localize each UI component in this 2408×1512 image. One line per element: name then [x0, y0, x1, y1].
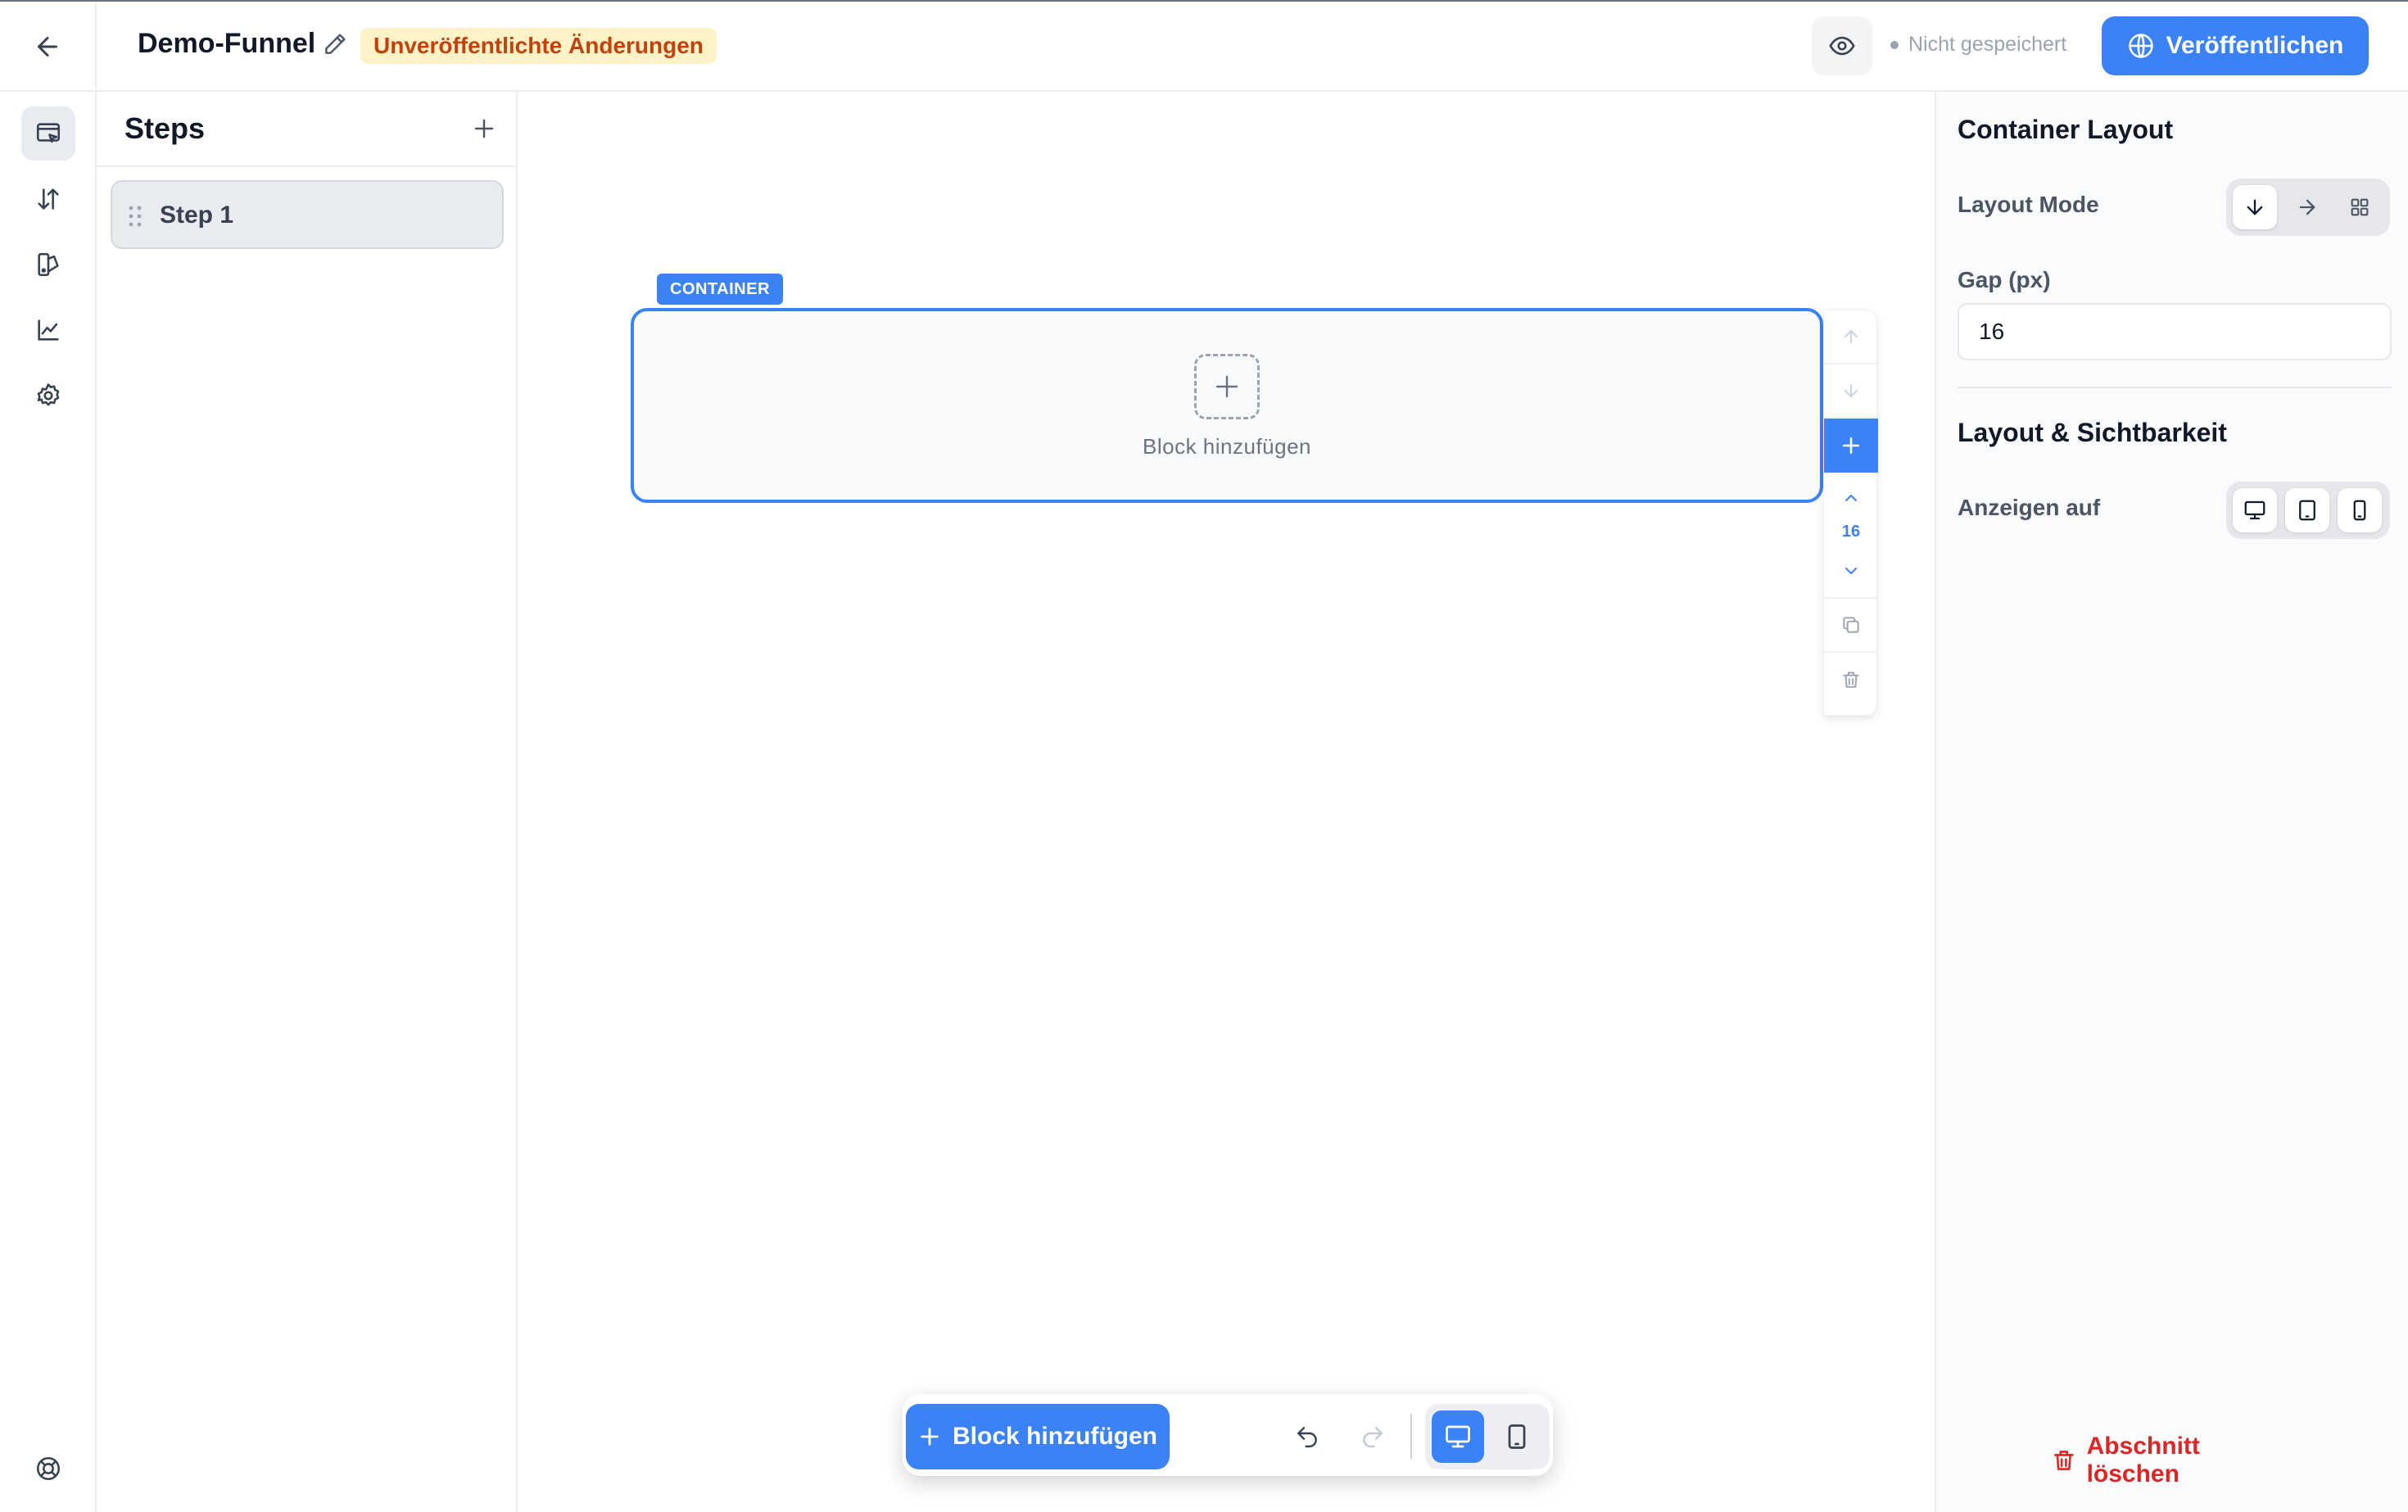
- save-status: Nicht gespeichert: [1890, 33, 2066, 57]
- mobile-view-button[interactable]: [1491, 1410, 1543, 1463]
- copy-icon: [1843, 617, 1859, 633]
- eye-icon: [1829, 36, 1855, 56]
- editor-icon: [36, 123, 61, 143]
- bottom-toolbar: Block hinzufügen: [903, 1394, 1553, 1476]
- layout-mode-vertical[interactable]: [2233, 185, 2277, 229]
- undo-button[interactable]: [1284, 1414, 1330, 1460]
- mobile-icon: [2353, 500, 2366, 521]
- trash-icon: [1843, 672, 1859, 688]
- duplicate-button[interactable]: [1824, 599, 1878, 653]
- container-block[interactable]: Block hinzufügen: [631, 308, 1823, 503]
- publish-button[interactable]: Veröffentlichen: [2102, 16, 2369, 75]
- unpublished-changes-badge: Unveröffentlichte Änderungen: [360, 28, 717, 64]
- help-lifebuoy-icon: [36, 1456, 61, 1481]
- steps-header: Steps: [97, 92, 516, 167]
- chevron-up-icon: [1845, 495, 1857, 501]
- tablet-icon: [2299, 500, 2315, 521]
- device-toggle: [1425, 1404, 1550, 1469]
- drag-handle-icon[interactable]: [127, 205, 143, 228]
- desktop-icon: [2244, 500, 2265, 520]
- add-block-placeholder[interactable]: [1194, 354, 1260, 419]
- properties-panel: Container Layout Layout Mode Gap (px) La…: [1935, 92, 2408, 1512]
- gap-increase-button[interactable]: [1824, 478, 1878, 518]
- delete-section-label: Abschnitt löschen: [2086, 1433, 2200, 1487]
- delete-button[interactable]: [1824, 653, 1878, 707]
- plus-icon: [474, 119, 494, 138]
- layout-mode-horizontal[interactable]: [2285, 185, 2329, 229]
- delete-section-button[interactable]: Abschnitt löschen: [2051, 1433, 2297, 1487]
- icon-rail: [0, 92, 97, 1512]
- rail-design[interactable]: [21, 238, 75, 292]
- grid-icon: [2351, 198, 2369, 216]
- add-inside-button[interactable]: [1824, 419, 1878, 473]
- redo-button[interactable]: [1350, 1414, 1396, 1460]
- show-on-label: Anzeigen auf: [1958, 495, 2101, 520]
- layout-mode-label: Layout Mode: [1958, 192, 2099, 217]
- back-button[interactable]: [0, 2, 97, 92]
- trash-icon: [2053, 1451, 2074, 1470]
- gap-label: Gap (px): [1958, 267, 2051, 292]
- chevron-down-icon: [1845, 568, 1857, 574]
- add-step-button[interactable]: [467, 111, 501, 146]
- save-status-text: Nicht gespeichert: [1908, 33, 2067, 56]
- design-palette-icon: [38, 252, 59, 277]
- gap-value-text: 16: [1841, 522, 1861, 541]
- settings-gear-icon: [37, 383, 60, 406]
- arrow-down-icon: [2247, 199, 2263, 215]
- funnel-editor: Demo-Funnel Unveröffentlichte Änderungen…: [0, 0, 2408, 1512]
- add-block-label: Block hinzufügen: [953, 1423, 1157, 1450]
- section-divider: [1958, 387, 2392, 388]
- steps-title: Steps: [124, 111, 206, 145]
- container-toolbar: 16: [1823, 310, 1878, 716]
- editor-canvas: CONTAINER Block hinzufügen 16: [518, 92, 1935, 1512]
- rail-analytics[interactable]: [21, 303, 75, 357]
- show-on-mobile[interactable]: [2338, 488, 2382, 532]
- edit-pencil-icon[interactable]: [322, 31, 348, 57]
- toolbar-divider: [1410, 1414, 1412, 1460]
- plus-icon: [1215, 375, 1238, 398]
- gap-input[interactable]: [1958, 303, 2392, 360]
- step-item[interactable]: Step 1: [111, 180, 504, 249]
- arrow-down-icon: [1844, 384, 1858, 397]
- gap-decrease-button[interactable]: [1824, 545, 1878, 599]
- container-layout-title: Container Layout: [1958, 115, 2174, 144]
- arrow-up-icon: [1844, 330, 1858, 343]
- container-tag: CONTAINER: [657, 274, 783, 305]
- rail-help[interactable]: [21, 1442, 75, 1496]
- visibility-title: Layout & Sichtbarkeit: [1958, 418, 2227, 447]
- preview-button[interactable]: [1812, 16, 1872, 75]
- arrow-left-icon: [38, 37, 57, 57]
- layout-mode-grid[interactable]: [2338, 185, 2382, 229]
- arrow-right-icon: [2299, 199, 2315, 215]
- rail-sort[interactable]: [21, 172, 75, 226]
- rail-settings[interactable]: [21, 369, 75, 423]
- analytics-chart-icon: [38, 319, 59, 341]
- show-on-toggle: [2226, 482, 2390, 539]
- redo-icon: [1363, 1427, 1383, 1448]
- desktop-view-button[interactable]: [1432, 1410, 1484, 1463]
- show-on-tablet[interactable]: [2285, 488, 2329, 532]
- sort-arrows-icon: [38, 188, 59, 210]
- rail-editor[interactable]: [21, 106, 75, 161]
- globe-icon: [2128, 34, 2153, 58]
- plus-icon: [1843, 437, 1859, 454]
- step-label: Step 1: [160, 201, 234, 229]
- status-dot: [1890, 40, 1899, 49]
- desktop-icon: [1446, 1425, 1470, 1448]
- top-bar: Demo-Funnel Unveröffentlichte Änderungen…: [0, 2, 2408, 92]
- add-block-placeholder-label: Block hinzufügen: [1142, 434, 1312, 459]
- undo-icon: [1297, 1427, 1317, 1448]
- plus-icon: [921, 1428, 939, 1446]
- move-down-button[interactable]: [1824, 364, 1878, 419]
- add-block-button[interactable]: Block hinzufügen: [906, 1404, 1170, 1469]
- steps-panel: Steps Step 1: [97, 92, 518, 1512]
- funnel-title: Demo-Funnel: [138, 28, 316, 59]
- mobile-icon: [1508, 1424, 1526, 1449]
- show-on-desktop[interactable]: [2233, 488, 2277, 532]
- move-up-button[interactable]: [1824, 310, 1878, 364]
- gap-value: 16: [1824, 515, 1878, 548]
- publish-label: Veröffentlichen: [2166, 32, 2344, 59]
- layout-mode-toggle: [2226, 179, 2390, 236]
